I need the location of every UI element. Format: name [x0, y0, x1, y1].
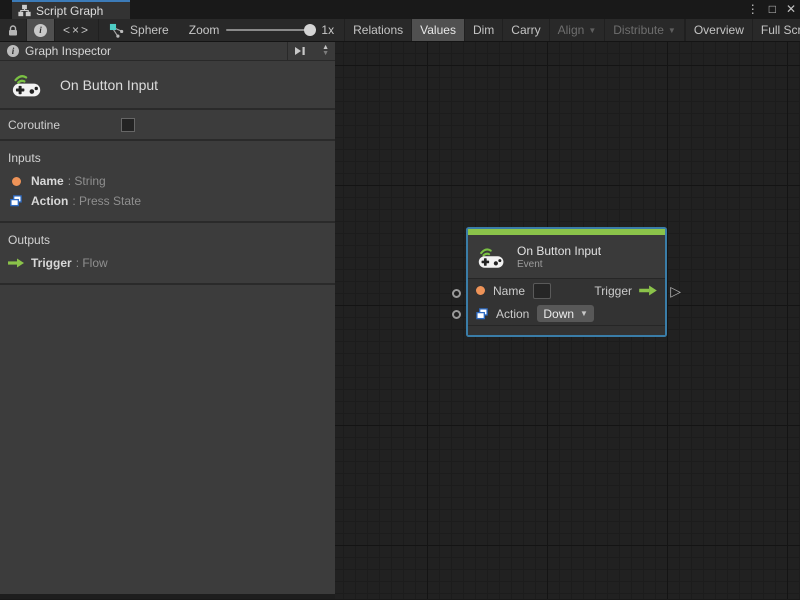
info-icon: i — [34, 23, 47, 37]
inputs-title: Inputs — [8, 151, 41, 165]
toolbar-button-align[interactable]: Align ▼ — [550, 19, 606, 41]
tab-label: Script Graph — [36, 3, 104, 18]
node-on-button-input[interactable]: On Button Input Event Name Trigger Actio… — [452, 229, 681, 335]
port-type: : String — [67, 174, 106, 188]
zoom-control: Zoom 1x — [179, 19, 344, 41]
list-item: Name : String — [0, 171, 335, 191]
window-maximize-icon[interactable]: □ — [769, 0, 776, 19]
node-title: On Button Input — [517, 243, 602, 258]
node-header[interactable]: On Button Input Event — [468, 235, 665, 279]
toolbar-button-values[interactable]: Values — [412, 19, 465, 41]
panel-resize-strip[interactable] — [0, 594, 335, 599]
lock-icon — [7, 24, 19, 37]
inputs-section: Inputs Name : String Action : Press Stat… — [0, 141, 335, 223]
zoom-value: 1x — [321, 23, 335, 37]
outputs-section: Outputs Trigger : Flow — [0, 223, 335, 285]
node-footer — [468, 325, 665, 335]
name-port-label: Name — [493, 283, 526, 298]
empty-port-connector[interactable] — [452, 310, 461, 319]
graph-hierarchy-icon — [18, 4, 31, 17]
button-label: Align — [557, 23, 585, 37]
button-label: Overview — [693, 23, 744, 37]
graph-toolbar: i <×> Sphere Zoom 1x Relations Values Di… — [0, 19, 800, 42]
string-port-icon — [8, 176, 24, 186]
button-label: Full Screen — [760, 23, 800, 37]
inspector-title: Graph Inspector — [25, 44, 112, 58]
list-item: Trigger : Flow — [0, 253, 335, 273]
flow-arrow-icon — [8, 258, 24, 268]
port-name: Name — [31, 174, 64, 188]
node-row-action: Action Down ▼ — [468, 302, 665, 325]
lock-button[interactable] — [0, 19, 27, 41]
enum-port-icon — [8, 195, 24, 207]
gamepad-icon — [12, 71, 42, 98]
spinner-down-icon[interactable]: ▼ — [322, 50, 329, 57]
coroutine-checkbox[interactable] — [121, 117, 136, 132]
port-name: Action — [31, 194, 69, 208]
info-icon: i — [7, 45, 19, 57]
gamepad-icon — [478, 245, 505, 269]
window-controls: ⋮ □ ✕ — [747, 0, 796, 19]
graph-owner-item[interactable]: Sphere — [99, 19, 179, 41]
action-port-label: Action — [496, 306, 530, 321]
inspector-toggle-button[interactable]: i — [27, 19, 55, 41]
outputs-title: Outputs — [8, 233, 51, 247]
edit-source-button[interactable]: <×> — [55, 19, 100, 41]
toolbar-button-carry[interactable]: Carry — [503, 19, 550, 41]
window-close-icon[interactable]: ✕ — [786, 0, 796, 19]
string-port-icon[interactable] — [476, 286, 485, 295]
toolbar-button-relations[interactable]: Relations — [344, 19, 413, 41]
coroutine-row: Coroutine — [0, 110, 335, 141]
inspector-empty-area — [0, 285, 335, 594]
window-menu-icon[interactable]: ⋮ — [747, 0, 759, 19]
name-port-field[interactable] — [533, 282, 552, 299]
action-dropdown[interactable]: Down ▼ — [537, 305, 594, 322]
output-flow-triangle-icon[interactable]: ▷ — [670, 284, 681, 298]
chevron-down-icon: ▼ — [580, 309, 588, 318]
window-titlebar: Script Graph ⋮ □ ✕ — [0, 0, 800, 19]
button-label: Distribute — [613, 23, 664, 37]
trigger-port-label: Trigger — [594, 283, 632, 298]
toolbar-button-overview[interactable]: Overview — [684, 19, 753, 41]
dock-panel-button[interactable] — [287, 42, 312, 60]
zoom-slider[interactable] — [226, 24, 317, 36]
toolbar-button-distribute[interactable]: Distribute ▼ — [605, 19, 685, 41]
unit-title: On Button Input — [60, 76, 159, 93]
flow-arrow-icon[interactable] — [639, 285, 657, 296]
toolbar-button-fullscreen[interactable]: Full Screen — [753, 19, 800, 41]
coroutine-label: Coroutine — [8, 117, 61, 132]
action-dropdown-value: Down — [543, 306, 575, 321]
toolbar-button-dim[interactable]: Dim — [465, 19, 504, 41]
code-icon: <×> — [63, 23, 91, 37]
main-area: i Graph Inspector ▲ ▼ On Button Input Co… — [0, 42, 800, 599]
inspected-unit-header: On Button Input — [0, 61, 335, 110]
button-label: Values — [420, 23, 456, 37]
chevron-down-icon: ▼ — [667, 25, 676, 35]
graph-canvas[interactable]: On Button Input Event Name Trigger Actio… — [335, 42, 800, 599]
node-subtitle: Event — [517, 258, 543, 270]
dock-icon — [295, 47, 305, 55]
inspector-header: i Graph Inspector ▲ ▼ — [0, 42, 335, 61]
port-type: : Flow — [75, 256, 108, 270]
port-type: : Press State — [72, 194, 142, 208]
list-item: Action : Press State — [0, 191, 335, 211]
port-name: Trigger — [31, 256, 72, 270]
empty-port-connector[interactable] — [452, 289, 461, 298]
enum-port-icon[interactable] — [476, 307, 488, 320]
panel-spinner[interactable]: ▲ ▼ — [318, 44, 335, 57]
graph-node-icon — [109, 23, 124, 38]
chevron-down-icon: ▼ — [588, 25, 597, 35]
graph-owner-label: Sphere — [130, 23, 169, 37]
button-label: Relations — [353, 23, 404, 37]
tab-script-graph[interactable]: Script Graph — [12, 0, 130, 19]
zoom-label: Zoom — [188, 23, 220, 37]
button-label: Dim — [472, 23, 495, 37]
button-label: Carry — [511, 23, 541, 37]
graph-inspector-panel: i Graph Inspector ▲ ▼ On Button Input Co… — [0, 42, 335, 599]
node-row-name: Name Trigger — [468, 279, 665, 302]
zoom-slider-handle[interactable] — [304, 24, 317, 36]
